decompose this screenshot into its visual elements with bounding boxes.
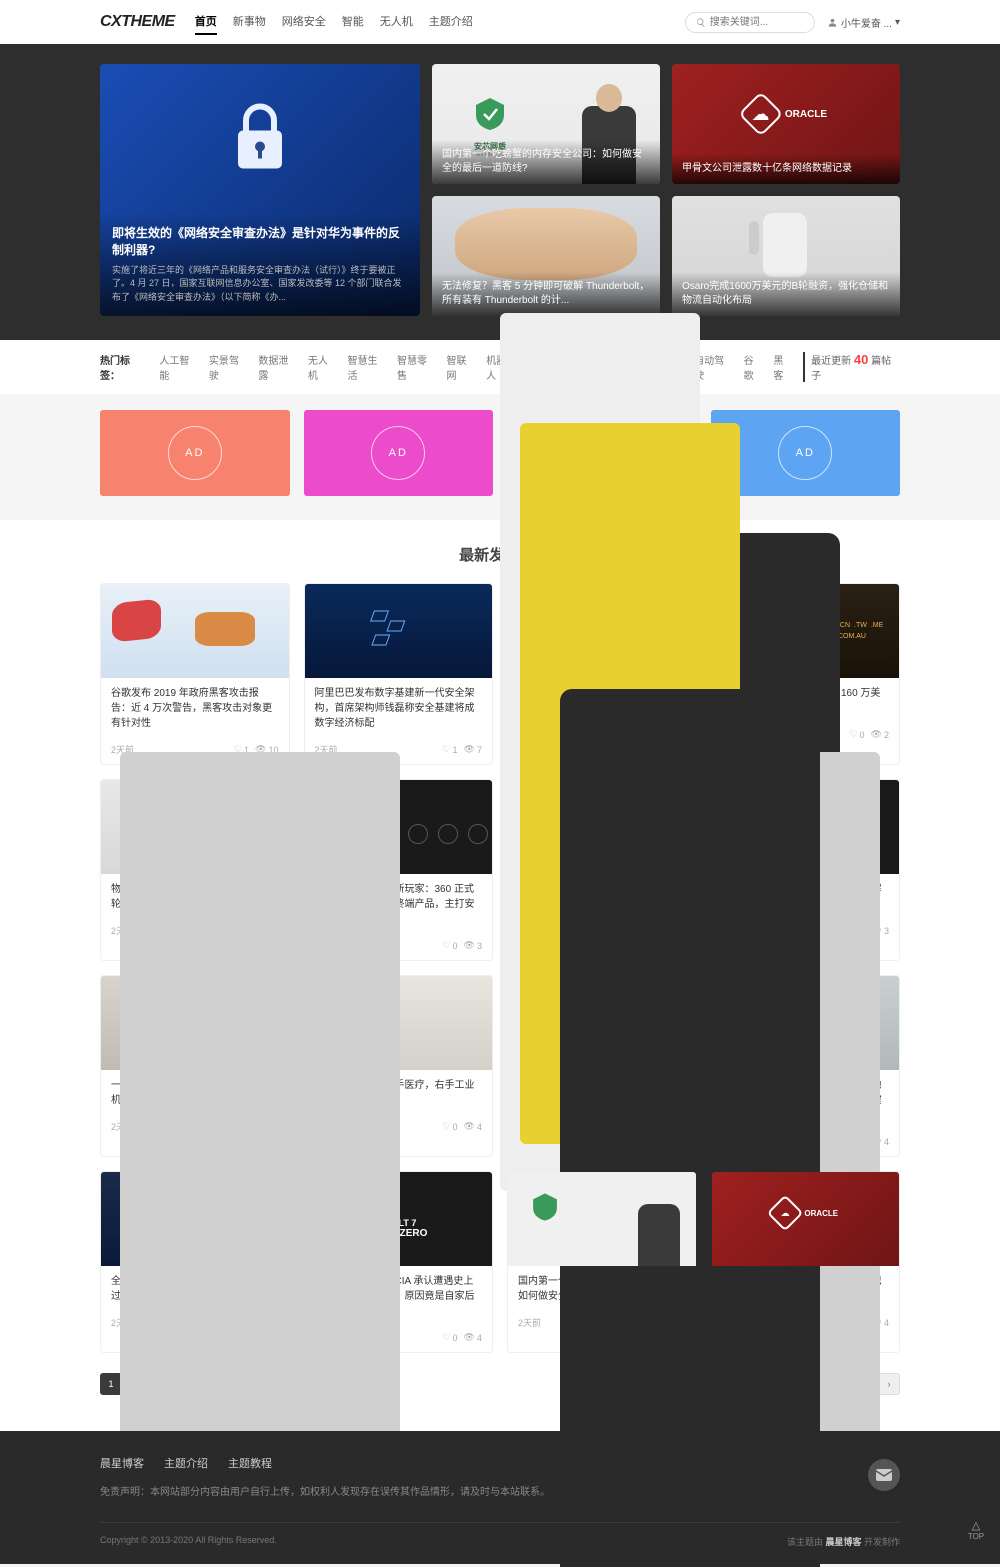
credit: 该主题由 晨星博客 开发制作 — [787, 1535, 900, 1548]
heart-icon: ♡ — [442, 1121, 450, 1132]
nav-ai[interactable]: 智能 — [342, 9, 364, 35]
user-menu[interactable]: 小牛爱奋 ... ▾ — [827, 15, 900, 30]
heart-icon: ♡ — [442, 940, 450, 951]
post-grid: 谷歌发布 2019 年政府黑客攻击报告：近 4 万次警告，黑客攻击对象更有针对性… — [100, 583, 900, 1353]
oracle-icon: ☁ — [738, 92, 783, 137]
hero-card-4[interactable]: Osaro完成1600万美元的B轮融资，强化仓储和物流自动化布局 — [672, 196, 900, 316]
nav-theme[interactable]: 主题介绍 — [429, 9, 473, 35]
post-thumb — [305, 584, 493, 678]
tag-4[interactable]: 智慧生活 — [348, 352, 388, 382]
heart-icon: ♡ — [442, 744, 450, 755]
page-next[interactable]: › — [878, 1373, 900, 1395]
eye-icon: 👁 — [464, 1121, 475, 1132]
hero: 即将生效的《网络安全审查办法》是针对华为事件的反制利器? 实施了将近三年的《网络… — [0, 44, 1000, 340]
page-1[interactable]: 1 — [100, 1373, 122, 1395]
post-card[interactable]: 阿里巴巴发布数字基建新一代安全架构，首席架构师钱磊称安全基建将成数字经济标配2天… — [304, 583, 494, 765]
nav-security[interactable]: 网络安全 — [282, 9, 326, 35]
post-likes: ♡0 — [442, 1332, 457, 1343]
post-thumb — [101, 584, 289, 678]
tag-5[interactable]: 智慧零售 — [397, 352, 437, 382]
eye-icon: 👁 — [464, 940, 475, 951]
mail-icon — [876, 1469, 892, 1481]
tag-0[interactable]: 人工智能 — [159, 352, 199, 382]
post-likes: ♡0 — [442, 1121, 457, 1132]
ad-2[interactable]: AD — [304, 410, 494, 496]
heart-icon: ♡ — [849, 729, 857, 740]
lock-icon — [228, 100, 292, 179]
eye-icon: 👁 — [464, 744, 475, 755]
post-views: 👁3 — [464, 940, 482, 951]
footer-link-blog[interactable]: 晨星博客 — [100, 1455, 144, 1471]
heart-icon: ♡ — [442, 1332, 450, 1343]
hero-card-3-title: 无法修复？黑客 5 分钟即可破解 Thunderbolt，所有装有 Thunde… — [432, 272, 660, 316]
post-views: 👁4 — [464, 1121, 482, 1132]
copyright: Copyright © 2013-2020 All Rights Reserve… — [100, 1535, 277, 1548]
tag-3[interactable]: 无人机 — [308, 352, 338, 382]
nav-home[interactable]: 首页 — [195, 9, 217, 35]
tag-2[interactable]: 数据泄露 — [258, 352, 298, 382]
hero-main-desc: 实施了将近三年的《网络产品和服务安全审查办法（试行）》终于要被正了。4 月 27… — [112, 264, 408, 305]
footer-link-tutorial[interactable]: 主题教程 — [228, 1455, 272, 1471]
header: CXTHEME 首页 新事物 网络安全 智能 无人机 主题介绍 小牛爱奋 ...… — [0, 0, 1000, 44]
post-views: 👁2 — [871, 729, 889, 740]
tag-6[interactable]: 智联网 — [447, 352, 477, 382]
post-likes: ♡0 — [442, 940, 457, 951]
recent-updates: 最近更新 40 篇帖子 — [803, 352, 900, 382]
main-nav: 首页 新事物 网络安全 智能 无人机 主题介绍 — [195, 9, 685, 35]
back-to-top[interactable]: TOP — [964, 1519, 988, 1547]
post-title: 谷歌发布 2019 年政府黑客攻击报告：近 4 万次警告，黑客攻击对象更有针对性 — [111, 686, 279, 731]
post-time: 2天前 — [518, 1316, 541, 1329]
user-icon — [827, 17, 838, 28]
tag-13[interactable]: 谷歌 — [744, 352, 764, 382]
tags-label: 热门标签： — [100, 352, 149, 382]
nav-new[interactable]: 新事物 — [233, 9, 266, 35]
post-views: 👁4 — [464, 1332, 482, 1343]
post-views: 👁7 — [464, 744, 482, 755]
post-title: 阿里巴巴发布数字基建新一代安全架构，首席架构师钱磊称安全基建将成数字经济标配 — [315, 686, 483, 731]
tag-1[interactable]: 实景驾驶 — [209, 352, 249, 382]
eye-icon: 👁 — [464, 1332, 475, 1343]
latest-section: 最新发布new 谷歌发布 2019 年政府黑客攻击报告：近 4 万次警告，黑客攻… — [0, 520, 1000, 1431]
tag-14[interactable]: 黑客 — [773, 352, 793, 382]
footer-link-theme[interactable]: 主题介绍 — [164, 1455, 208, 1471]
tag-12[interactable]: 自动驾驶 — [694, 352, 734, 382]
footer: 晨星博客 主题介绍 主题教程 免责声明：本网站部分内容由用户自行上传，如权利人发… — [0, 1431, 1000, 1564]
post-likes: ♡1 — [442, 744, 457, 755]
oracle-text: ORACLE — [785, 109, 827, 120]
hero-card-1-title: 国内第一个吃螃蟹的内存安全公司：如何做安全的最后一道防线? — [432, 140, 660, 184]
search-icon — [696, 17, 706, 28]
nav-drone[interactable]: 无人机 — [380, 9, 413, 35]
disclaimer: 免责声明：本网站部分内容由用户自行上传，如权利人发现存在误传其作品情形，请及时与… — [100, 1483, 900, 1498]
search-input[interactable] — [706, 15, 804, 30]
post-likes: ♡0 — [849, 729, 864, 740]
hero-main-card[interactable]: 即将生效的《网络安全审查办法》是针对华为事件的反制利器? 实施了将近三年的《网络… — [100, 64, 420, 316]
hero-main-title: 即将生效的《网络安全审查办法》是针对华为事件的反制利器? — [112, 224, 408, 258]
mail-button[interactable] — [868, 1459, 900, 1491]
post-card[interactable]: 谷歌发布 2019 年政府黑客攻击报告：近 4 万次警告，黑客攻击对象更有针对性… — [100, 583, 290, 765]
hero-card-4-title: Osaro完成1600万美元的B轮融资，强化仓储和物流自动化布局 — [672, 272, 900, 316]
chevron-down-icon: ▾ — [895, 17, 900, 28]
ad-1[interactable]: AD — [100, 410, 290, 496]
logo[interactable]: CXTHEME — [100, 13, 175, 31]
post-thumb — [508, 1172, 696, 1266]
hero-card-1[interactable]: 安芯网盾AN XIN SEC 国内第一个吃螃蟹的内存安全公司：如何做安全的最后一… — [432, 64, 660, 184]
user-name: 小牛爱奋 ... — [841, 15, 892, 30]
search-box[interactable] — [685, 12, 815, 33]
hero-card-2[interactable]: ☁ORACLE 甲骨文公司泄露数十亿条网络数据记录 — [672, 64, 900, 184]
post-thumb: ☁ORACLE — [712, 1172, 900, 1266]
hero-card-2-title: 甲骨文公司泄露数十亿条网络数据记录 — [672, 154, 900, 184]
footer-links: 晨星博客 主题介绍 主题教程 — [100, 1455, 900, 1471]
eye-icon: 👁 — [871, 729, 882, 740]
hero-card-3[interactable]: 无法修复？黑客 5 分钟即可破解 Thunderbolt，所有装有 Thunde… — [432, 196, 660, 316]
